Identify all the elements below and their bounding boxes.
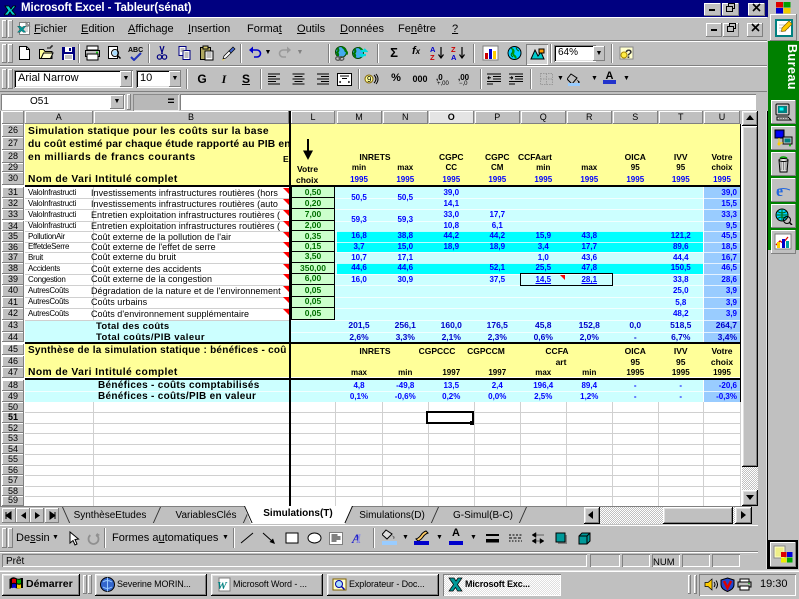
svg-text:W: W: [217, 580, 228, 592]
svg-text:9: 9: [367, 75, 372, 84]
svg-text:Z: Z: [430, 53, 435, 61]
svg-text:?: ?: [625, 47, 632, 61]
svg-text:−,0: −,0: [459, 81, 468, 86]
svg-text:+,00: +,00: [437, 81, 450, 86]
svg-text:A: A: [451, 53, 457, 61]
svg-text:l: l: [357, 531, 361, 545]
svg-text:e: e: [776, 183, 783, 199]
